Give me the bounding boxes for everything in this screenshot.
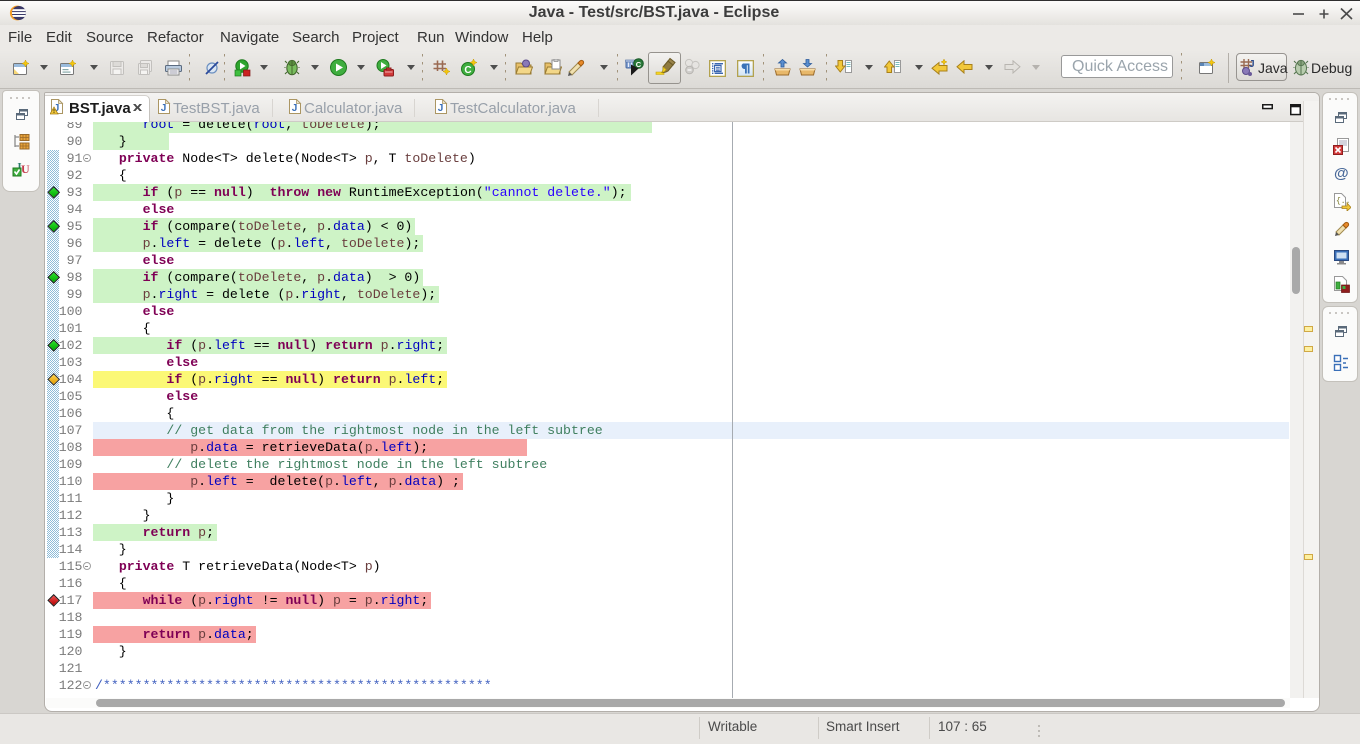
svg-text:J: J <box>292 103 298 114</box>
svg-text:C: C <box>464 65 471 76</box>
svg-text:U: U <box>21 162 30 176</box>
svg-text:J: J <box>1249 59 1255 70</box>
svg-text:J: J <box>161 103 167 114</box>
svg-text:J: J <box>438 103 444 114</box>
